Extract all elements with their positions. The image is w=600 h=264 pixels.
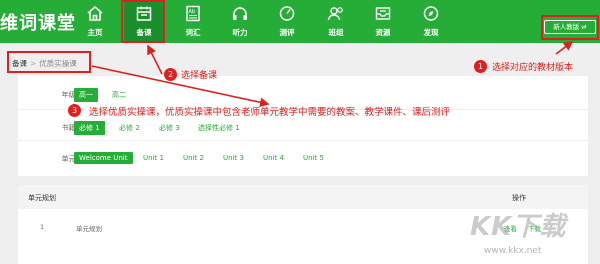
arrow-1 — [555, 41, 574, 55]
arrow-3 — [91, 65, 270, 108]
page: 维词课堂 主页 备课 Ab 词汇 听力 测评 班组 资源 发现 新人教版 ⇄ 备… — [0, 0, 600, 264]
annotation-badge-3: 3 — [68, 104, 81, 117]
annotation-text-3: 选择优质实操课，优质实操课中包含老师单元教学中需要的教案、教学课件、课后测评 — [89, 107, 451, 118]
annotation-badge-1: 1 — [474, 60, 487, 73]
watermark-url: www.kkx.net — [484, 246, 542, 256]
annotation-badge-2: 2 — [164, 68, 177, 81]
watermark-logo: KK下载 — [470, 212, 567, 242]
annotation-text-2: 选择备课 — [181, 71, 218, 81]
arrow-2 — [147, 44, 163, 75]
annotation-text-1: 选择对应的教材版本 — [492, 63, 574, 73]
